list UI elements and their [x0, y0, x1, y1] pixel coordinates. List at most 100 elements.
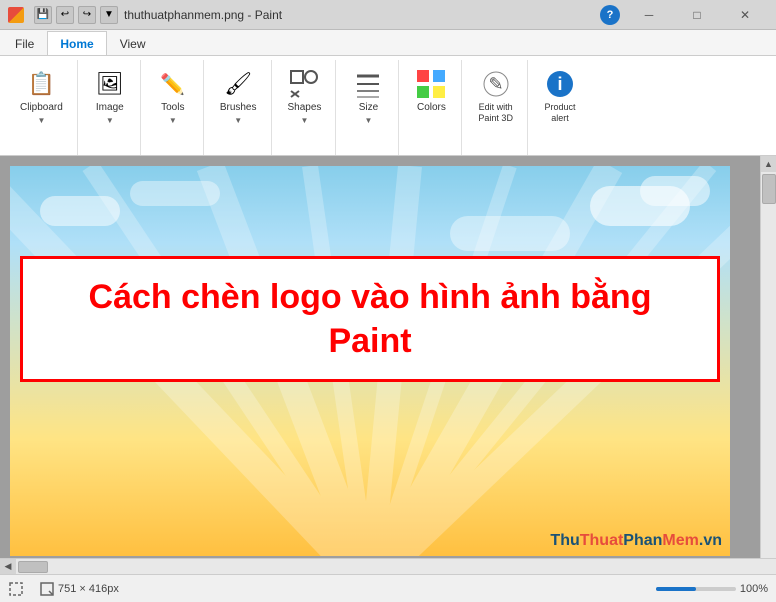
edit-paint3d-icon: ✎ — [480, 68, 512, 100]
ribbon-group-size: Size ▼ — [338, 60, 399, 155]
dropdown-quick-btn[interactable]: ▼ — [100, 6, 118, 24]
window-title: thuthuatphanmem.png - Paint — [124, 8, 282, 22]
tab-home[interactable]: Home — [47, 31, 106, 55]
zoom-fill — [656, 587, 696, 591]
clipboard-arrow: ▼ — [37, 116, 45, 125]
size-items: Size ▼ — [346, 60, 390, 155]
clipboard-label: Clipboard — [20, 102, 63, 114]
shapes-label: Shapes — [288, 102, 322, 114]
colors-label: Colors — [417, 102, 446, 114]
title-bar-left: 💾 ↩ ↪ ▼ thuthuatphanmem.png - Paint — [8, 6, 282, 24]
size-arrow: ▼ — [364, 116, 372, 125]
clipboard-icon: 📋 — [25, 68, 57, 100]
watermark-mem: Mem — [662, 532, 698, 549]
cloud-4 — [450, 216, 570, 251]
edit-paint3d-label: Edit withPaint 3D — [478, 102, 513, 124]
edit-paint3d-items: ✎ Edit withPaint 3D — [472, 60, 519, 155]
minimize-btn[interactable]: ─ — [626, 0, 672, 30]
watermark-vn: .vn — [699, 532, 722, 549]
size-btn[interactable]: Size ▼ — [346, 64, 390, 129]
image-dimensions: 751 × 416px — [58, 583, 119, 595]
tools-btn[interactable]: ✏️ Tools ▼ — [151, 64, 195, 129]
image-icon: 🖼 — [94, 68, 126, 100]
zoom-slider[interactable] — [656, 587, 736, 591]
image-btn[interactable]: 🖼 Image ▼ — [88, 64, 132, 129]
clipboard-btn[interactable]: 📋 Clipboard ▼ — [14, 64, 69, 129]
brushes-icon: 🖌 — [222, 68, 254, 100]
shapes-icon — [288, 68, 320, 100]
window-controls: ? ─ □ ✕ — [600, 0, 768, 30]
redo-quick-btn[interactable]: ↪ — [78, 6, 96, 24]
svg-text:✎: ✎ — [488, 74, 503, 94]
shapes-arrow: ▼ — [301, 116, 309, 125]
product-alert-icon: i — [544, 68, 576, 100]
brushes-btn[interactable]: 🖌 Brushes ▼ — [214, 64, 263, 129]
shapes-items: Shapes ▼ — [282, 60, 328, 155]
ribbon-group-product-alert: i Productalert — [530, 60, 590, 155]
ribbon-group-shapes: Shapes ▼ — [274, 60, 337, 155]
brushes-items: 🖌 Brushes ▼ — [214, 60, 263, 155]
banner-text-line2: Paint — [43, 319, 697, 363]
help-btn[interactable]: ? — [600, 5, 620, 25]
image-items: 🖼 Image ▼ — [88, 60, 132, 155]
banner-text-line1: Cách chèn logo vào hình ảnh bằng — [43, 275, 697, 319]
zoom-control: 100% — [656, 583, 768, 595]
tools-icon: ✏️ — [157, 68, 189, 100]
paint-canvas[interactable]: Cách chèn logo vào hình ảnh bằng Paint T… — [10, 166, 730, 556]
product-alert-btn[interactable]: i Productalert — [538, 64, 582, 128]
image-label: Image — [96, 102, 124, 114]
title-bar: 💾 ↩ ↪ ▼ thuthuatphanmem.png - Paint ? ─ … — [0, 0, 776, 30]
tab-view[interactable]: View — [107, 31, 159, 55]
tools-label: Tools — [161, 102, 184, 114]
scrollbar-bottom: ◀ — [0, 558, 776, 574]
ribbon-group-edit-paint3d: ✎ Edit withPaint 3D — [464, 60, 528, 155]
watermark: ThuThuatPhanMem.vn — [550, 532, 722, 550]
colors-items: Colors — [409, 60, 453, 155]
scroll-thumb-v[interactable] — [762, 174, 776, 204]
zoom-label: 100% — [740, 583, 768, 595]
tools-items: ✏️ Tools ▼ — [151, 60, 195, 155]
watermark-phan: Phan — [623, 532, 662, 549]
resize-icon — [40, 582, 54, 596]
ribbon-group-clipboard: 📋 Clipboard ▼ — [6, 60, 78, 155]
colors-btn[interactable]: Colors — [409, 64, 453, 118]
ribbon-tab-bar: File Home View — [0, 30, 776, 56]
size-label: Size — [359, 102, 378, 114]
ribbon-group-image: 🖼 Image ▼ — [80, 60, 141, 155]
maximize-btn[interactable]: □ — [674, 0, 720, 30]
watermark-thu: Thu — [550, 532, 579, 549]
save-quick-btn[interactable]: 💾 — [34, 6, 52, 24]
undo-quick-btn[interactable]: ↩ — [56, 6, 74, 24]
size-icon — [352, 68, 384, 100]
scrollbar-right: ▲ — [760, 156, 776, 558]
selection-tool-icon — [8, 581, 24, 597]
edit-paint3d-btn[interactable]: ✎ Edit withPaint 3D — [472, 64, 519, 128]
product-alert-items: i Productalert — [538, 60, 582, 155]
cloud-5 — [130, 181, 220, 206]
brushes-arrow: ▼ — [234, 116, 242, 125]
close-btn[interactable]: ✕ — [722, 0, 768, 30]
paint-app-icon — [8, 7, 24, 23]
quick-access-toolbar: 💾 ↩ ↪ ▼ — [34, 6, 118, 24]
image-arrow: ▼ — [106, 116, 114, 125]
status-left — [8, 581, 24, 597]
brushes-label: Brushes — [220, 102, 257, 114]
tab-file[interactable]: File — [2, 31, 47, 55]
svg-text:i: i — [557, 74, 562, 94]
tools-arrow: ▼ — [169, 116, 177, 125]
ribbon-group-colors: Colors — [401, 60, 462, 155]
ribbon: 📋 Clipboard ▼ 🖼 Image ▼ ✏️ Tools ▼ — [0, 56, 776, 156]
colors-icon — [415, 68, 447, 100]
text-banner: Cách chèn logo vào hình ảnh bằng Paint — [20, 256, 720, 382]
clipboard-items: 📋 Clipboard ▼ — [14, 60, 69, 155]
ribbon-group-tools: ✏️ Tools ▼ — [143, 60, 204, 155]
cloud-3 — [40, 196, 120, 226]
scroll-left-arrow[interactable]: ◀ — [0, 559, 16, 575]
dims-container: 751 × 416px — [40, 582, 119, 596]
watermark-thuat: Thuat — [580, 532, 624, 549]
product-alert-label: Productalert — [544, 102, 575, 124]
scroll-thumb-h[interactable] — [18, 561, 48, 573]
shapes-btn[interactable]: Shapes ▼ — [282, 64, 328, 129]
ribbon-group-brushes: 🖌 Brushes ▼ — [206, 60, 272, 155]
scroll-up-arrow[interactable]: ▲ — [761, 156, 776, 172]
